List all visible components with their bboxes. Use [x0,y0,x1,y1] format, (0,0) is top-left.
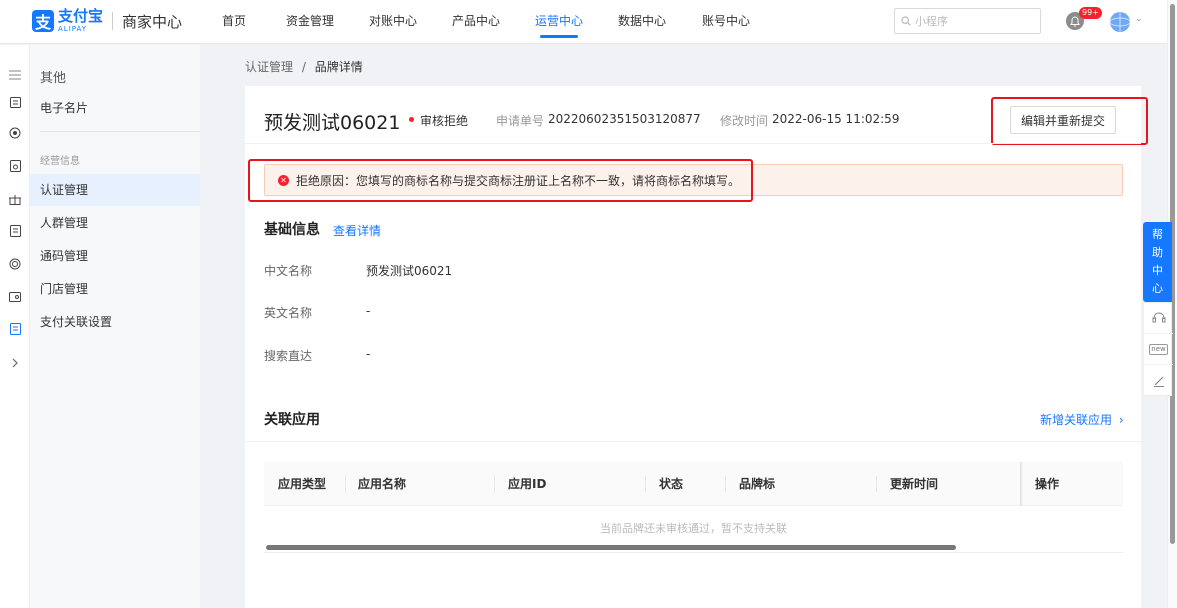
nav-operations[interactable]: 运营中心 [527,0,591,44]
menu-icon[interactable] [7,67,23,83]
help-char-1: 帮 [1152,228,1163,241]
sub-sidebar: 其他 电子名片 经营信息 认证管理 人群管理 通码管理 门店管理 支付关联设置 [30,45,200,608]
target-icon[interactable] [7,125,23,141]
sidebar-item-store[interactable]: 门店管理 [30,273,200,305]
col-separator [645,476,646,492]
search-input[interactable] [915,14,1035,28]
document-icon[interactable] [7,223,23,239]
coin-icon[interactable] [7,256,23,272]
application-no-label: 申请单号 [496,114,545,128]
rejection-alert: ✕ 拒绝原因：您填写的商标名称与提交商标注册证上名称不一致，请将商标名称填写。 [264,164,1123,196]
sidebar-header: 其他 [40,71,67,86]
add-related-app-label: 新增关联应用 [1040,413,1113,427]
modified-time-value: 2022-06-15 11:02:59 [772,112,900,126]
headset-icon[interactable] [1144,303,1173,334]
new-feature-icon[interactable]: new [1144,334,1173,365]
breadcrumb-separator: / [301,60,306,74]
sidebar-item-e-card[interactable]: 电子名片 [30,92,200,124]
nav-funds[interactable]: 资金管理 [278,0,342,44]
col-brand-mark: 品牌标 [739,477,776,491]
header-divider [245,143,1141,144]
nav-account[interactable]: 账号中心 [694,0,758,44]
sidebar-group-title: 经营信息 [40,156,80,167]
sidebar-item-code[interactable]: 通码管理 [30,240,200,272]
logo-wordmark: 支付宝 ALIPAY [58,9,103,33]
app-title: 商家中心 [122,12,183,31]
col-separator [494,476,495,492]
help-center-tab[interactable]: 帮 助 中 心 [1143,222,1172,302]
fixed-column-shadow [1020,462,1023,506]
search-icon [901,16,911,26]
dashboard-icon[interactable] [7,94,23,110]
chinese-name-label: 中文名称 [264,264,313,278]
status-dot [409,117,414,122]
nav-reconciliation[interactable]: 对账中心 [361,0,425,44]
logo-cn-text: 支付宝 [58,7,104,25]
help-tools: new [1143,302,1173,396]
add-related-app-link[interactable]: 新增关联应用 › [1040,411,1124,428]
basic-info-title: 基础信息 [264,222,320,238]
alipay-logo-icon: 支 [32,10,54,32]
breadcrumb-current: 品牌详情 [314,60,363,74]
table-bottom-border [264,552,1123,553]
sidebar-divider [40,131,200,132]
view-details-link[interactable]: 查看详情 [333,222,381,239]
icon-rail [0,45,30,608]
help-char-4: 心 [1152,282,1163,295]
application-no-value: 20220602351503120877 [548,112,701,126]
col-separator [876,476,877,492]
expand-chevron-icon[interactable] [7,355,23,371]
gift-icon[interactable] [7,191,23,207]
sidebar-item-crowd[interactable]: 人群管理 [30,207,200,239]
new-label: new [1149,343,1168,355]
col-actions: 操作 [1035,477,1060,491]
chevron-right-icon: › [1118,413,1124,427]
breadcrumb: 认证管理 / 品牌详情 [245,58,363,75]
col-app-type: 应用类型 [278,477,327,491]
edit-pen-icon[interactable] [1144,365,1173,396]
english-name-label: 英文名称 [264,306,313,320]
chevron-down-icon[interactable]: ⌄ [1135,14,1143,24]
logo-en-text: ALIPAY [58,25,88,33]
col-updated-time: 更新时间 [890,477,939,491]
help-char-3: 中 [1152,264,1163,277]
bill-icon[interactable] [7,158,23,174]
col-separator [725,476,726,492]
top-header: 支 支付宝 ALIPAY 商家中心 首页 资金管理 对账中心 产品中心 运营中心… [0,0,1167,44]
section-divider [245,441,1141,442]
operations-icon[interactable] [7,321,23,337]
logo[interactable]: 支 支付宝 ALIPAY 商家中心 [32,9,182,33]
nav-data[interactable]: 数据中心 [610,0,674,44]
search-box[interactable] [894,8,1041,34]
modified-time-label: 修改时间 [720,114,769,128]
col-app-name: 应用名称 [358,477,407,491]
table-empty-text: 当前品牌还未审核通过，暂不支持关联 [600,522,787,535]
search-direct-label: 搜索直达 [264,349,313,363]
logo-divider [112,12,114,30]
notification-badge: 99+ [1079,7,1102,19]
detail-card: 预发测试06021 审核拒绝 申请单号 20220602351503120877… [245,86,1148,608]
nav-home[interactable]: 首页 [210,0,258,44]
help-char-2: 助 [1152,246,1163,259]
wallet-icon[interactable] [7,288,23,304]
edit-resubmit-button[interactable]: 编辑并重新提交 [1010,106,1116,134]
table-horizontal-scrollbar[interactable] [266,545,956,550]
sidebar-item-payment-link[interactable]: 支付关联设置 [30,306,200,338]
col-status: 状态 [659,477,684,491]
table-header: 应用类型 应用名称 应用ID 状态 品牌标 更新时间 操作 [264,462,1123,506]
search-direct-value: - [366,347,371,361]
chinese-name-value: 预发测试06021 [366,264,453,278]
sidebar-item-certification[interactable]: 认证管理 [30,174,200,206]
avatar[interactable] [1110,12,1130,32]
rejection-reason-text: 拒绝原因：您填写的商标名称与提交商标注册证上名称不一致，请将商标名称填写。 [296,173,741,188]
status-badge: 审核拒绝 [420,114,469,128]
breadcrumb-parent[interactable]: 认证管理 [245,60,293,74]
page-title: 预发测试06021 [264,112,401,134]
col-separator [345,476,346,492]
related-apps-title: 关联应用 [264,412,320,428]
col-app-id: 应用ID [508,477,547,491]
error-icon: ✕ [278,174,289,186]
english-name-value: - [366,304,371,318]
nav-products[interactable]: 产品中心 [444,0,508,44]
